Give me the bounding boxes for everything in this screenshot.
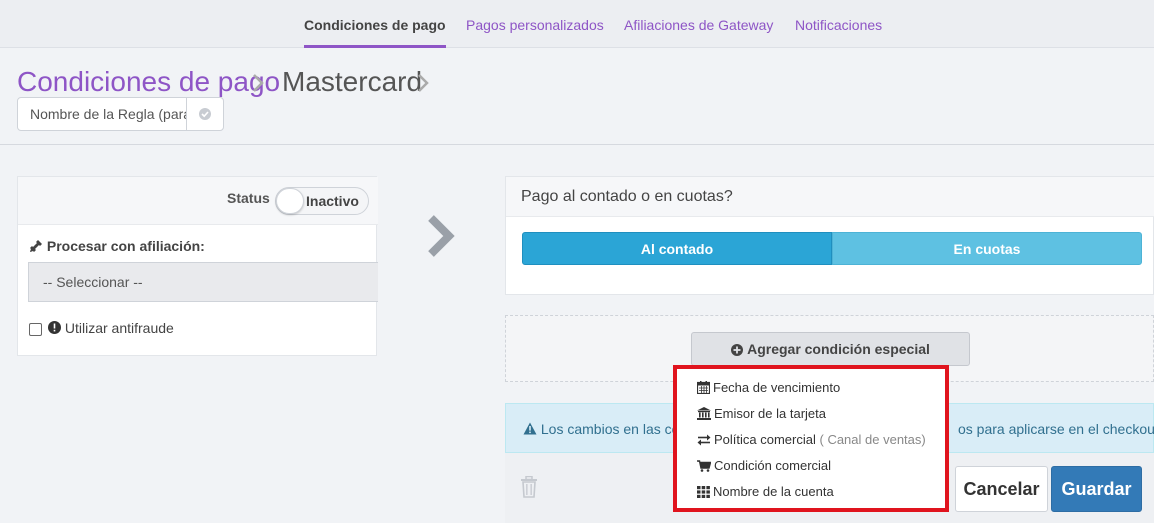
exclamation-circle-icon [48,321,61,334]
antifraud-label: Utilizar antifraude [48,320,174,336]
tab-afiliaciones-gateway[interactable]: Afiliaciones de Gateway [624,0,773,48]
menu-item-condicion-comercial[interactable]: Condición comercial [697,458,831,473]
warning-icon [523,422,537,435]
affiliation-select[interactable]: -- Seleccionar -- [28,262,378,302]
rule-name-input[interactable]: Nombre de la Regla (para a [17,97,187,131]
tab-condiciones-de-pago[interactable]: Condiciones de pago [304,0,446,48]
affiliation-panel-header: Status Inactivo [18,177,378,225]
toggle-knob [276,188,304,214]
menu-item-politica-comercial[interactable]: Política comercial ( Canal de ventas) [697,432,926,447]
payment-type-panel: Pago al contado o en cuotas? Al contado … [505,176,1154,295]
option-en-cuotas[interactable]: En cuotas [832,232,1142,265]
plug-icon [30,240,42,252]
breadcrumb-current: Mastercard [282,66,423,97]
status-toggle-label: Inactivo [306,193,359,209]
page-header: Condiciones de pago Mastercard Nombre de… [0,48,1154,145]
tab-notificaciones[interactable]: Notificaciones [795,0,882,48]
check-circle-icon [199,108,211,120]
antifraud-checkbox[interactable] [29,323,42,336]
menu-item-emisor-tarjeta[interactable]: Emisor de la tarjeta [697,406,826,421]
status-toggle[interactable]: Inactivo [275,187,369,215]
grid-icon [697,486,710,498]
exchange-icon [697,434,711,446]
chevron-right-icon [428,215,455,257]
cancel-button[interactable]: Cancelar [955,466,1048,512]
option-al-contado[interactable]: Al contado [522,232,832,265]
trash-icon[interactable] [520,476,538,498]
tab-pagos-personalizados[interactable]: Pagos personalizados [466,0,604,48]
chevron-right-icon [418,74,429,92]
affiliation-panel: Status Inactivo Procesar con afiliación:… [17,176,378,356]
info-text-right: os para aplicarse en el checkout. [958,421,1154,437]
cart-icon [697,460,712,472]
payment-type-title: Pago al contado o en cuotas? [521,188,733,205]
breadcrumb-root[interactable]: Condiciones de pago [17,66,280,98]
add-special-condition-button[interactable]: Agregar condición especial [691,332,970,366]
process-affiliation-label: Procesar con afiliación: [29,238,205,254]
menu-item-politica-extra: ( Canal de ventas) [819,432,926,447]
special-condition-dropdown: Fecha de vencimiento Emisor de la tarjet… [673,365,949,512]
info-text-left: Los cambios en las con [523,421,687,437]
top-nav: Condiciones de pago Pagos personalizados… [0,0,1154,48]
rule-name-confirm-button[interactable] [186,97,224,131]
bank-icon [697,407,711,420]
calendar-icon [696,381,711,395]
save-button[interactable]: Guardar [1051,466,1142,512]
chevron-right-icon [253,74,264,92]
menu-item-fecha-vencimiento[interactable]: Fecha de vencimiento [696,380,840,395]
menu-item-nombre-cuenta[interactable]: Nombre de la cuenta [697,484,834,499]
plus-circle-icon [731,344,744,356]
status-label: Status [227,190,270,206]
payment-type-header: Pago al contado o en cuotas? [506,177,1154,217]
